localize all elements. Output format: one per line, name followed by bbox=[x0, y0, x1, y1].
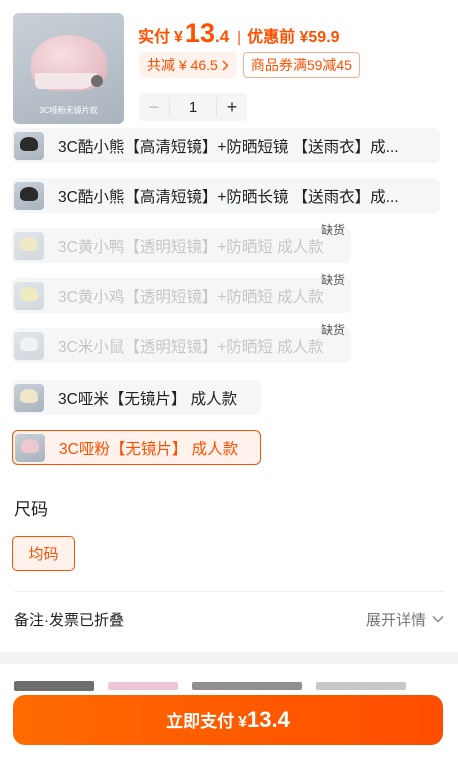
soldout-badge: 缺货 bbox=[321, 223, 346, 237]
size-option-selected[interactable]: 均码 bbox=[12, 536, 75, 571]
chevron-right-icon bbox=[222, 60, 229, 70]
original-price: 优惠前 ¥59.9 bbox=[247, 29, 340, 46]
price-label: 实付 bbox=[138, 29, 171, 46]
discount-badge-label: 共减 ¥ 46.5 bbox=[147, 57, 218, 73]
option-item-soldout: 3C黄小鸭【透明短镜】+防晒短 成人款 bbox=[12, 228, 351, 263]
option-item-soldout: 3C米小鼠【透明短镜】+防晒短 成人款 bbox=[12, 328, 351, 363]
obscured-text bbox=[192, 682, 302, 690]
price-currency: ¥ bbox=[174, 29, 183, 46]
option-label: 3C哑米【无镜片】 成人款 bbox=[58, 390, 238, 408]
coupon-badge[interactable]: 商品券满59减45 bbox=[242, 52, 360, 78]
product-header: 3C哑粉无镜片款 实付 ¥ 13 .4 | 优惠前 ¥59.9 共减 ¥ 46.… bbox=[0, 0, 458, 130]
option-label: 3C黄小鸡【透明短镜】+防晒短 成人款 bbox=[58, 288, 324, 306]
quantity-minus-button[interactable]: − bbox=[139, 93, 169, 121]
expand-details-link[interactable]: 展开详情 bbox=[366, 609, 444, 630]
price-row: 实付 ¥ 13 .4 | 优惠前 ¥59.9 bbox=[138, 18, 340, 48]
option-label: 3C酷小熊【高清短镜】+防晒短镜 【送雨衣】成... bbox=[58, 138, 399, 156]
option-label: 3C米小鼠【透明短镜】+防晒短 成人款 bbox=[58, 338, 324, 356]
option-item-selected[interactable]: 3C哑粉【无镜片】 成人款 bbox=[12, 430, 261, 465]
obscured-text bbox=[14, 681, 94, 691]
obscured-text bbox=[316, 682, 406, 690]
pay-now-label: 立即支付 bbox=[166, 712, 235, 731]
pay-now-button[interactable]: 立即支付 ¥ 13.4 bbox=[13, 695, 443, 745]
price-separator: | bbox=[237, 29, 242, 46]
size-section-title: 尺码 bbox=[14, 500, 48, 519]
product-thumbnail[interactable]: 3C哑粉无镜片款 bbox=[13, 13, 124, 124]
pay-amount: 13.4 bbox=[247, 707, 290, 732]
discount-badge[interactable]: 共减 ¥ 46.5 bbox=[139, 52, 237, 78]
option-thumbnail bbox=[14, 131, 44, 160]
notes-label: 备注·发票已折叠 bbox=[14, 611, 124, 629]
notes-row[interactable]: 备注·发票已折叠 展开详情 bbox=[14, 606, 444, 632]
badge-row: 共减 ¥ 46.5 商品券满59减45 bbox=[139, 52, 360, 78]
option-item[interactable]: 3C酷小熊【高清短镜】+防晒长镜 【送雨衣】成... bbox=[12, 178, 440, 213]
quantity-plus-button[interactable]: + bbox=[217, 93, 247, 121]
quantity-value[interactable]: 1 bbox=[169, 97, 217, 117]
helmet-strap bbox=[91, 75, 103, 87]
quantity-stepper: − 1 + bbox=[139, 93, 247, 121]
option-label: 3C黄小鸭【透明短镜】+防晒短 成人款 bbox=[58, 238, 324, 256]
soldout-badge: 缺货 bbox=[321, 323, 346, 337]
chevron-down-icon bbox=[432, 615, 444, 623]
option-thumbnail bbox=[14, 281, 44, 310]
obscured-text bbox=[108, 682, 178, 690]
option-thumbnail bbox=[14, 331, 44, 360]
expand-details-label: 展开详情 bbox=[365, 611, 426, 629]
section-gap bbox=[0, 652, 458, 664]
pay-currency: ¥ bbox=[238, 714, 248, 731]
option-thumbnail bbox=[15, 433, 45, 462]
price-integer: 13 bbox=[184, 18, 215, 48]
option-thumbnail bbox=[14, 383, 44, 412]
option-item[interactable]: 3C酷小熊【高清短镜】+防晒短镜 【送雨衣】成... bbox=[12, 128, 440, 163]
option-thumbnail bbox=[14, 181, 44, 210]
option-item-soldout: 3C黄小鸡【透明短镜】+防晒短 成人款 bbox=[12, 278, 351, 313]
option-label: 3C哑粉【无镜片】 成人款 bbox=[59, 440, 239, 458]
price-decimal: .4 bbox=[214, 27, 230, 46]
divider bbox=[14, 591, 444, 592]
option-label: 3C酷小熊【高清短镜】+防晒长镜 【送雨衣】成... bbox=[58, 188, 399, 206]
option-item[interactable]: 3C哑米【无镜片】 成人款 bbox=[12, 380, 261, 415]
option-thumbnail bbox=[14, 231, 44, 260]
helmet-visor bbox=[35, 73, 97, 89]
obscured-content bbox=[14, 676, 444, 696]
thumbnail-caption: 3C哑粉无镜片款 bbox=[39, 106, 98, 115]
soldout-badge: 缺货 bbox=[321, 273, 346, 287]
